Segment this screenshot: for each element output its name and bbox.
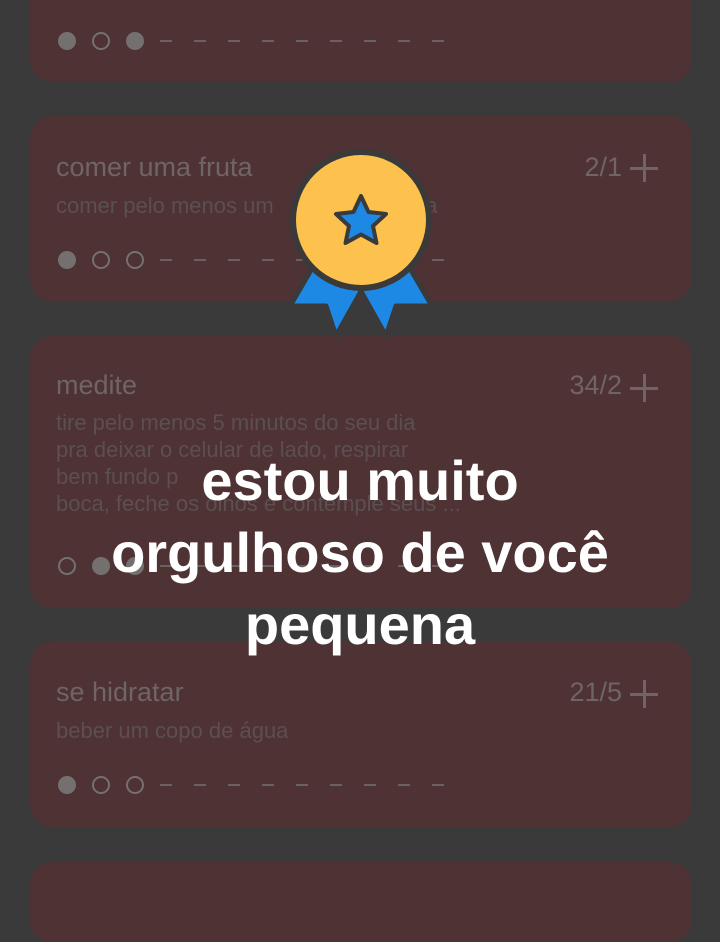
progress-dash bbox=[194, 258, 206, 262]
add-icon[interactable] bbox=[630, 374, 658, 402]
progress-dash bbox=[160, 783, 172, 787]
progress-dash bbox=[194, 783, 206, 787]
progress-dot-empty bbox=[92, 32, 110, 50]
progress-dot-filled bbox=[58, 251, 76, 269]
caption-line: pequena bbox=[244, 593, 476, 656]
habit-count: 34/2 bbox=[569, 370, 622, 400]
habit-title: se hidratar bbox=[56, 677, 184, 707]
progress-dash bbox=[228, 783, 240, 787]
habit-title: medite bbox=[56, 370, 138, 400]
add-icon[interactable] bbox=[630, 680, 658, 708]
habit-count: 21/5 bbox=[569, 677, 622, 707]
habit-description: beber um copo de água bbox=[56, 718, 289, 743]
add-icon[interactable] bbox=[630, 154, 658, 182]
progress-dash bbox=[262, 258, 274, 262]
progress-dash bbox=[330, 39, 342, 43]
medal-star-icon bbox=[287, 149, 435, 339]
caption-line: orgulhoso de você bbox=[111, 521, 609, 584]
progress-dash bbox=[330, 783, 342, 787]
progress-dash bbox=[160, 39, 172, 43]
progress-dot-empty bbox=[126, 251, 144, 269]
progress-dash bbox=[262, 39, 274, 43]
habit-card[interactable] bbox=[30, 0, 692, 82]
progress-dots bbox=[58, 774, 466, 796]
progress-dot-empty bbox=[92, 251, 110, 269]
progress-dot-empty bbox=[126, 776, 144, 794]
progress-dot-filled bbox=[58, 32, 76, 50]
progress-dot-filled bbox=[58, 776, 76, 794]
habit-card-se-hidratar[interactable]: se hidratar 21/5 beber um copo de água bbox=[30, 642, 692, 827]
progress-dots bbox=[58, 30, 466, 52]
progress-dot-empty bbox=[92, 776, 110, 794]
progress-dash bbox=[160, 258, 172, 262]
habit-count: 2/1 bbox=[584, 152, 622, 182]
progress-dash bbox=[432, 783, 444, 787]
overlay-caption: estou muito orgulhoso de você pequena bbox=[0, 445, 720, 661]
progress-dash bbox=[398, 783, 410, 787]
progress-dash bbox=[398, 39, 410, 43]
progress-dash bbox=[262, 783, 274, 787]
progress-dash bbox=[228, 258, 240, 262]
caption-line: estou muito bbox=[201, 449, 519, 512]
progress-dash bbox=[228, 39, 240, 43]
progress-dash bbox=[364, 39, 376, 43]
progress-dash bbox=[296, 39, 308, 43]
habit-card[interactable] bbox=[30, 862, 692, 942]
progress-dash bbox=[432, 39, 444, 43]
progress-dot-filled bbox=[126, 32, 144, 50]
progress-dash bbox=[296, 783, 308, 787]
progress-dash bbox=[364, 783, 376, 787]
progress-dash bbox=[194, 39, 206, 43]
habit-title: comer uma fruta bbox=[56, 152, 253, 182]
